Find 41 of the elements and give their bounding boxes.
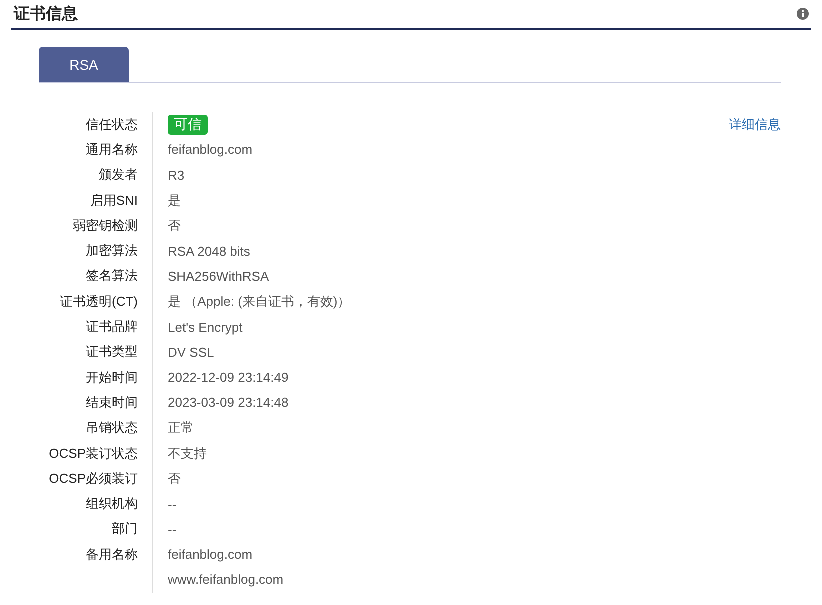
field-label: OCSP装订状态 <box>49 444 138 462</box>
field-label: 证书类型 <box>86 343 138 362</box>
status-badge: 可信 <box>168 114 208 135</box>
field-label: 组织机构 <box>86 495 138 514</box>
field-label: 证书透明(CT) <box>60 292 138 311</box>
field-value: 不支持 <box>168 444 207 462</box>
field-value: feifanblog.com <box>168 547 253 562</box>
field-value: feifanblog.com <box>168 142 253 158</box>
field-label: 证书品牌 <box>86 318 138 336</box>
info-icon[interactable] <box>797 8 809 20</box>
field-label: OCSP必须装订 <box>49 470 138 488</box>
field-value: R3 <box>168 168 185 183</box>
section-title: 证书信息 <box>14 4 78 24</box>
tab[interactable]: RSA <box>39 47 129 82</box>
field-value: Let's Encrypt <box>168 320 243 335</box>
field-label: 通用名称 <box>86 140 138 159</box>
field-value: 正常 <box>168 419 194 438</box>
field-label: 弱密钥检测 <box>73 216 138 235</box>
field-label: 吊销状态 <box>86 419 138 438</box>
field-value: SHA256WithRSA <box>168 268 270 284</box>
field-value: 是 （Apple: (来自证书，有效)） <box>168 292 351 311</box>
field-value: -- <box>168 496 177 512</box>
field-value: 否 <box>168 216 181 235</box>
field-label: 签名算法 <box>86 267 138 286</box>
field-label: 部门 <box>112 520 138 538</box>
field-label: 加密算法 <box>86 242 138 260</box>
field-label: 备用名称 <box>86 546 138 564</box>
field-label: 开始时间 <box>86 368 138 387</box>
field-value: -- <box>168 522 177 537</box>
field-value: 2023-03-09 23:14:48 <box>168 395 289 410</box>
field-value: 2022-12-09 23:14:49 <box>168 370 289 386</box>
field-label: 颁发者 <box>99 166 138 184</box>
field-value: DV SSL <box>168 344 214 360</box>
field-value: www.feifanblog.com <box>168 572 284 588</box>
field-value: RSA 2048 bits <box>168 244 250 259</box>
field-label: 启用SNI <box>90 192 138 210</box>
field-value: 否 <box>168 470 181 488</box>
field-value: 是 <box>168 192 181 210</box>
field-label: 结束时间 <box>86 394 138 412</box>
details-link[interactable]: 详细信息 <box>729 116 781 134</box>
field-label: 信任状态 <box>86 116 138 134</box>
